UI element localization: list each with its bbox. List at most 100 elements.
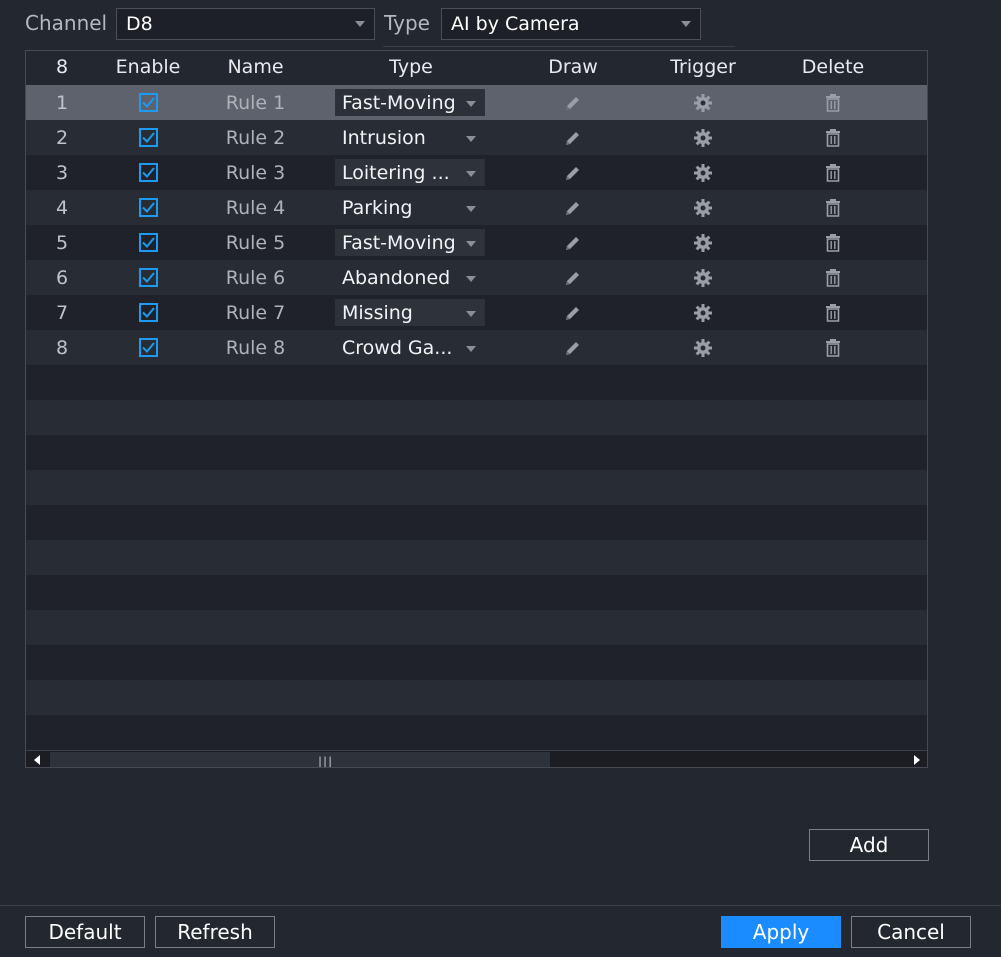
add-button[interactable]: Add — [809, 829, 929, 861]
refresh-button[interactable]: Refresh — [155, 916, 275, 948]
type-select[interactable]: AI by Camera — [441, 8, 701, 40]
rule-type-select[interactable]: Loitering ... — [335, 159, 485, 186]
chevron-down-icon — [466, 240, 476, 247]
draw-cell — [523, 330, 623, 365]
apply-button[interactable]: Apply — [721, 916, 841, 948]
trash-icon[interactable] — [825, 303, 841, 322]
trash-icon[interactable] — [825, 163, 841, 182]
scrollbar-grip: ||| — [318, 755, 334, 768]
chevron-down-icon — [466, 205, 476, 212]
header-draw: Draw — [548, 56, 598, 78]
table-row[interactable]: 4 Rule 4 Parking — [26, 190, 927, 225]
rule-type-value: Crowd Ga... — [342, 336, 453, 359]
table-row[interactable]: 7 Rule 7 Missing — [26, 295, 927, 330]
gear-icon[interactable] — [693, 303, 713, 323]
header-delete: Delete — [801, 56, 865, 78]
scroll-right-icon[interactable] — [912, 755, 920, 765]
delete-cell — [783, 260, 883, 295]
enable-checkbox[interactable] — [138, 303, 158, 322]
rule-type-select[interactable]: Missing — [335, 299, 485, 326]
gear-icon[interactable] — [693, 93, 713, 113]
trash-icon[interactable] — [825, 198, 841, 217]
checkbox-checked-icon — [141, 97, 155, 108]
rule-type-value: Loitering ... — [342, 161, 450, 184]
gear-icon[interactable] — [693, 198, 713, 218]
chevron-down-icon — [466, 310, 476, 317]
empty-row — [26, 715, 927, 750]
trash-icon[interactable] — [825, 93, 841, 112]
rule-type-select[interactable]: Crowd Ga... — [335, 334, 485, 361]
empty-row — [26, 470, 927, 505]
enable-checkbox[interactable] — [138, 93, 158, 112]
table-row[interactable]: 5 Rule 5 Fast-Moving — [26, 225, 927, 260]
row-number: 8 — [55, 336, 69, 359]
trash-icon[interactable] — [825, 233, 841, 252]
table-row[interactable]: 3 Rule 3 Loitering ... — [26, 155, 927, 190]
chevron-down-icon — [681, 21, 691, 27]
pencil-icon[interactable] — [564, 339, 582, 357]
rule-type-value: Fast-Moving — [342, 231, 456, 254]
enable-checkbox[interactable] — [138, 338, 158, 357]
enable-checkbox[interactable] — [138, 198, 158, 217]
trash-icon[interactable] — [825, 338, 841, 357]
trash-icon[interactable] — [825, 268, 841, 287]
divider — [383, 46, 735, 47]
rules-table: 8 Enable Name Type Draw Trigger Delete 1… — [25, 50, 928, 768]
enable-cell — [98, 225, 198, 260]
scroll-left-icon[interactable] — [34, 755, 42, 765]
chevron-down-icon — [355, 21, 365, 27]
row-number: 5 — [55, 231, 69, 254]
trigger-cell — [653, 295, 753, 330]
gear-icon[interactable] — [693, 163, 713, 183]
delete-cell — [783, 225, 883, 260]
chevron-down-icon — [466, 170, 476, 177]
pencil-icon[interactable] — [564, 164, 582, 182]
enable-cell — [98, 295, 198, 330]
pencil-icon[interactable] — [564, 129, 582, 147]
table-row[interactable]: 8 Rule 8 Crowd Ga... — [26, 330, 927, 365]
enable-checkbox[interactable] — [138, 163, 158, 182]
rule-type-select[interactable]: Fast-Moving — [335, 89, 485, 116]
rule-type-select[interactable]: Fast-Moving — [335, 229, 485, 256]
cancel-button[interactable]: Cancel — [851, 916, 971, 948]
gear-icon[interactable] — [693, 338, 713, 358]
scrollbar-thumb[interactable]: ||| — [50, 752, 550, 767]
pencil-icon[interactable] — [564, 94, 582, 112]
empty-row — [26, 645, 927, 680]
gear-icon[interactable] — [693, 233, 713, 253]
rule-type-select[interactable]: Intrusion — [335, 124, 485, 151]
default-button[interactable]: Default — [25, 916, 145, 948]
rule-name: Rule 6 — [225, 266, 286, 289]
table-row[interactable]: 2 Rule 2 Intrusion — [26, 120, 927, 155]
rule-type-select[interactable]: Abandoned — [335, 264, 485, 291]
empty-row — [26, 435, 927, 470]
channel-select[interactable]: D8 — [116, 8, 375, 40]
header-count: 8 — [55, 56, 69, 78]
gear-icon[interactable] — [693, 268, 713, 288]
enable-checkbox[interactable] — [138, 233, 158, 252]
trigger-cell — [653, 120, 753, 155]
rule-type-select[interactable]: Parking — [335, 194, 485, 221]
trash-icon[interactable] — [825, 128, 841, 147]
chevron-down-icon — [466, 135, 476, 142]
table-row[interactable]: 6 Rule 6 Abandoned — [26, 260, 927, 295]
chevron-down-icon — [466, 100, 476, 107]
table-row[interactable]: 1 Rule 1 Fast-Moving — [26, 85, 927, 120]
delete-cell — [783, 155, 883, 190]
gear-icon[interactable] — [693, 128, 713, 148]
pencil-icon[interactable] — [564, 269, 582, 287]
checkbox-checked-icon — [141, 167, 155, 178]
draw-cell — [523, 190, 623, 225]
enable-checkbox[interactable] — [138, 128, 158, 147]
pencil-icon[interactable] — [564, 199, 582, 217]
pencil-icon[interactable] — [564, 234, 582, 252]
chevron-down-icon — [466, 345, 476, 352]
empty-row — [26, 540, 927, 575]
horizontal-scrollbar[interactable]: ||| — [26, 750, 927, 767]
enable-checkbox[interactable] — [138, 268, 158, 287]
draw-cell — [523, 85, 623, 120]
delete-cell — [783, 295, 883, 330]
checkbox-checked-icon — [141, 237, 155, 248]
pencil-icon[interactable] — [564, 304, 582, 322]
row-number: 3 — [55, 161, 69, 184]
